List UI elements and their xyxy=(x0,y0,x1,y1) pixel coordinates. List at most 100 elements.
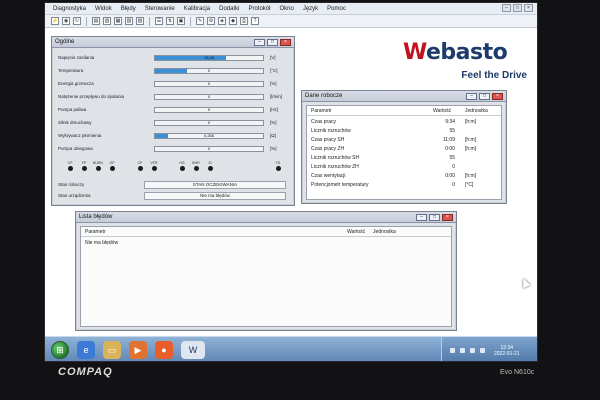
status-row-working: Stan roboczy STAN OCZEKIWANIA xyxy=(58,181,290,189)
window-ogolne-title: Ogólne xyxy=(55,39,75,45)
table-row[interactable]: Licznik rozruchów ZH 0 xyxy=(307,163,501,172)
table-row[interactable]: Czas pracy 9:34 [h:m] xyxy=(307,118,501,127)
webasto-task-icon[interactable]: W xyxy=(181,341,205,359)
minimize-icon[interactable]: – xyxy=(416,213,427,221)
tool-icon-14[interactable]: ? xyxy=(251,17,259,25)
indicator-light: SI xyxy=(202,161,218,175)
table-row[interactable]: Licznik rozruchów SH 55 xyxy=(307,154,501,163)
system-tray: 12:34 2022-01-21 xyxy=(441,337,537,361)
menu-dodatki[interactable]: Dodatki xyxy=(219,6,239,12)
webasto-logo: Webasto Feel the Drive xyxy=(403,40,527,86)
table-header: Parametr Wartość Jednostka xyxy=(81,227,451,237)
param-row: Wykrywacz płomienia 0,266 [Ω] xyxy=(58,131,286,142)
restore-icon[interactable]: □ xyxy=(513,4,522,12)
tool-icon-1[interactable]: ▤ xyxy=(92,17,100,25)
tray-icon-2[interactable] xyxy=(460,348,465,353)
param-label: Wykrywacz płomienia xyxy=(58,133,102,138)
table-row[interactable]: Czas pracy SH 11:09 [h:m] xyxy=(307,136,501,145)
tool-icon-3[interactable]: ▦ xyxy=(114,17,122,25)
minimize-icon[interactable]: – xyxy=(466,92,477,100)
menu-diagnostyka[interactable]: Diagnostyka xyxy=(53,6,86,12)
col-header-unit[interactable]: Jednostka xyxy=(373,229,396,235)
ie-icon[interactable]: e xyxy=(77,341,95,359)
clock[interactable]: 12:34 2022-01-21 xyxy=(494,345,520,357)
close-icon[interactable]: × xyxy=(524,4,533,12)
param-bar: 0 xyxy=(154,81,264,87)
indicator-dot-icon xyxy=(81,166,87,171)
minimize-icon[interactable]: – xyxy=(254,38,265,46)
tool-icon-8[interactable]: ▣ xyxy=(177,17,185,25)
mdi-workspace: Webasto Feel the Drive Ogólne – □ × Napi… xyxy=(45,28,537,336)
status-label: Stan roboczy xyxy=(58,182,85,187)
param-value: 0 xyxy=(207,94,211,99)
menu-pomoc[interactable]: Pomoc xyxy=(327,6,346,12)
tool-icon-4[interactable]: ▧ xyxy=(125,17,133,25)
param-unit: [%] xyxy=(270,81,277,86)
param-row: Silnik dmuchawy 0 [%] xyxy=(58,118,286,129)
start-button[interactable]: ⊞ xyxy=(51,341,69,359)
menu-bledy[interactable]: Błędy xyxy=(121,6,136,12)
table-row[interactable]: Potencjometr temperatury 0 [°C] xyxy=(307,181,501,190)
media-player-icon[interactable]: ▶ xyxy=(129,341,147,359)
menu-okno[interactable]: Okno xyxy=(279,6,293,12)
col-header-value[interactable]: Wartość xyxy=(433,108,451,114)
tool-icon-6[interactable]: ☰ xyxy=(155,17,163,25)
param-bar: 0 xyxy=(154,68,264,74)
close-icon[interactable]: × xyxy=(442,213,453,221)
menu-bar: Diagnostyka Widok Błędy Sterowanie Kalib… xyxy=(45,3,537,15)
param-row: Napięcie zasilania 13,49 [V] xyxy=(58,53,286,64)
tool-icon-12[interactable]: ◆ xyxy=(229,17,237,25)
tool-icon-7[interactable]: ⇅ xyxy=(166,17,174,25)
tool-icon-9[interactable]: ✎ xyxy=(196,17,204,25)
tool-icon-5[interactable]: ▨ xyxy=(136,17,144,25)
table-row[interactable]: Czas wentylacji 0:00 [h:m] xyxy=(307,172,501,181)
param-bar: 0 xyxy=(154,107,264,113)
col-header-unit[interactable]: Jednostka xyxy=(465,108,488,114)
connect-icon[interactable]: ⚡ xyxy=(51,17,59,25)
tray-icon-1[interactable] xyxy=(450,348,455,353)
menu-kalibracja[interactable]: Kalibracja xyxy=(184,6,210,12)
indicator-dot-icon xyxy=(193,166,199,171)
minimize-icon[interactable]: – xyxy=(502,4,511,12)
param-row: Natężenie przepływu do spalania 0 [l/min… xyxy=(58,92,286,103)
window-ogolne-titlebar[interactable]: Ogólne – □ × xyxy=(52,37,294,48)
laptop-bezel: Diagnostyka Widok Błędy Sterowanie Kalib… xyxy=(0,0,600,400)
param-label: Temperatura xyxy=(58,68,84,73)
tool-icon-2[interactable]: ▥ xyxy=(103,17,111,25)
menu-protokol[interactable]: Protokół xyxy=(248,6,270,12)
folder-icon[interactable]: ▭ xyxy=(103,341,121,359)
param-bar: 0,266 xyxy=(154,133,264,139)
param-unit: [Ω] xyxy=(270,133,276,138)
tool-icon-13[interactable]: ⎙ xyxy=(240,17,248,25)
refresh-icon[interactable]: ↻ xyxy=(73,17,81,25)
menu-sterowanie[interactable]: Sterowanie xyxy=(145,6,175,12)
menu-jezyk[interactable]: Język xyxy=(303,6,318,12)
tool-icon-10[interactable]: ⚙ xyxy=(207,17,215,25)
status-value: Nie ma błędów xyxy=(144,192,286,200)
table-row[interactable]: Nie ma błędów xyxy=(81,239,451,248)
restore-icon[interactable]: □ xyxy=(429,213,440,221)
param-row: Pompa paliwa 0 [Hz] xyxy=(58,105,286,116)
status-value: STAN OCZEKIWANIA xyxy=(144,181,286,189)
col-header-param[interactable]: Parametr xyxy=(311,108,332,114)
tool-icon-11[interactable]: ◈ xyxy=(218,17,226,25)
menu-widok[interactable]: Widok xyxy=(95,6,112,12)
window-dane-titlebar[interactable]: Dane robocze – □ × xyxy=(302,91,506,102)
close-icon[interactable]: × xyxy=(280,38,291,46)
close-icon[interactable]: × xyxy=(492,92,503,100)
indicator-light: GP xyxy=(104,161,120,175)
window-lista-titlebar[interactable]: Lista błędów – □ × xyxy=(76,212,456,223)
col-header-value[interactable]: Wartość xyxy=(347,229,365,235)
firefox-icon[interactable]: ● xyxy=(155,341,173,359)
diagnose-icon[interactable]: ◉ xyxy=(62,17,70,25)
volume-icon[interactable] xyxy=(480,348,485,353)
restore-icon[interactable]: □ xyxy=(267,38,278,46)
restore-icon[interactable]: □ xyxy=(479,92,490,100)
table-row[interactable]: Czas pracy ZH 0:00 [h:m] xyxy=(307,145,501,154)
app-window-controls: – □ × xyxy=(502,4,533,12)
table-row[interactable]: Licznik rozruchów 55 xyxy=(307,127,501,136)
window-dane-title: Dane robocze xyxy=(305,93,343,99)
col-header-param[interactable]: Parametr xyxy=(85,229,106,235)
compaq-brand: COMPAQ xyxy=(58,366,113,378)
tray-icon-3[interactable] xyxy=(470,348,475,353)
